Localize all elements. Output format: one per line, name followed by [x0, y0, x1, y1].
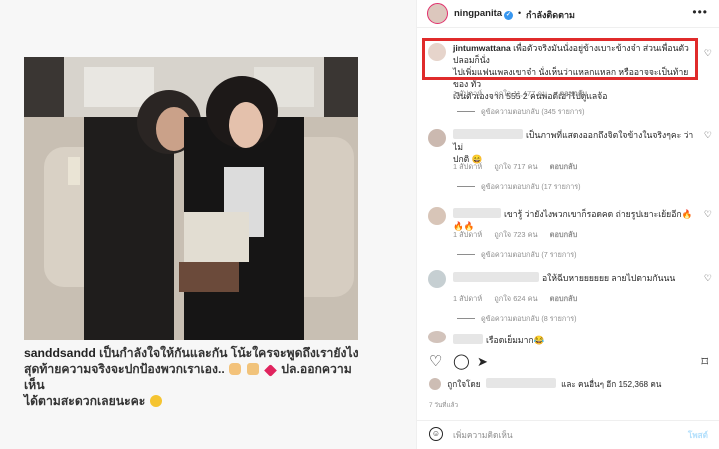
- following-button[interactable]: กำลังติดตาม: [526, 8, 575, 22]
- more-horizontal-icon[interactable]: •••: [692, 5, 708, 19]
- comment-text: อให้ฉีบหายยยยยย ลายไปตามกันนน: [453, 272, 698, 284]
- hidden-username: [453, 208, 501, 218]
- view-replies-label[interactable]: ดูข้อความตอบกลับ (345 รายการ): [481, 107, 585, 116]
- comment-body-1: เรือดเย็มมาก😂: [486, 335, 545, 345]
- comment-meta: 1 สัปดาห์ ถูกใจ 717 คน ตอบกลับ: [453, 161, 587, 173]
- comment-avatar[interactable]: [428, 331, 446, 343]
- comment-text: เรือดเย็มมาก😂: [453, 334, 698, 346]
- comment-reply-button[interactable]: ตอบกลับ: [550, 230, 578, 239]
- highlight-box: [422, 38, 698, 80]
- comment-body-1: อให้ฉีบหายยยยยย ลายไปตามกันนน: [542, 273, 676, 283]
- replies-line: [457, 186, 475, 187]
- likes-suffix[interactable]: และ คนอื่นๆ อีก 152,368 คน: [561, 380, 661, 389]
- victory-hand-emoji: [246, 363, 259, 375]
- hidden-liker-name: [485, 378, 556, 388]
- comment-reply-button[interactable]: ตอบกลับ: [559, 89, 587, 98]
- likes-prefix: ถูกใจโดย: [447, 380, 481, 389]
- view-replies[interactable]: ดูข้อความตอบกลับ (7 รายการ): [457, 250, 577, 261]
- comment-time: 1 สัปดาห์: [453, 294, 483, 303]
- view-replies[interactable]: ดูข้อความตอบกลับ (17 รายการ): [457, 182, 581, 193]
- post-comment-button[interactable]: โพสต์: [688, 429, 708, 442]
- comment-reply-button[interactable]: ตอบกลับ: [550, 294, 578, 303]
- header-username[interactable]: ningpanita ✓: [454, 8, 514, 20]
- view-replies[interactable]: ดูข้อความตอบกลับ (8 รายการ): [457, 314, 577, 325]
- flexed-arm-emoji: [229, 363, 242, 375]
- comment-like-heart-icon[interactable]: ♡: [704, 48, 712, 59]
- hidden-username: [453, 334, 483, 344]
- hidden-username: [453, 272, 539, 282]
- comment-meta: 1 สัปดาห์ ถูกใจ 723 คน ตอบกลับ: [453, 229, 587, 241]
- bookmark-icon[interactable]: ⌑: [701, 352, 708, 372]
- emoji-picker-icon[interactable]: ☺: [429, 427, 443, 441]
- liker-avatar: [429, 378, 441, 390]
- replies-line: [457, 254, 475, 255]
- likes-summary[interactable]: ถูกใจโดย และ คนอื่นๆ อีก 152,368 คน: [429, 378, 661, 391]
- comment-like-heart-icon[interactable]: ♡: [704, 273, 712, 284]
- caption-username[interactable]: sanddsandd: [24, 346, 96, 360]
- comment-avatar[interactable]: [428, 207, 446, 225]
- heart-icon[interactable]: ♡: [429, 352, 442, 372]
- comment-time: 1 สัปดาห์: [453, 89, 483, 98]
- comment-input[interactable]: [453, 427, 668, 443]
- hidden-username: [453, 129, 523, 139]
- post-header: ningpanita ✓ • กำลังติดตาม •••: [417, 0, 719, 28]
- replies-line: [457, 318, 475, 319]
- comment-like-count[interactable]: ถูกใจ 624 คน: [494, 294, 537, 303]
- comment-time: 1 สัปดาห์: [453, 162, 483, 171]
- comment-icon[interactable]: ◯: [453, 352, 470, 372]
- comment-like-count[interactable]: ถูกใจ 717 คน: [494, 162, 537, 171]
- comment-like-heart-icon[interactable]: ♡: [704, 130, 712, 141]
- comment-like-count[interactable]: ถูกใจ 11,477 คน: [494, 89, 547, 98]
- view-replies-label[interactable]: ดูข้อความตอบกลับ (17 รายการ): [481, 182, 581, 191]
- verified-badge-icon: ✓: [504, 11, 514, 20]
- replies-line: [457, 111, 475, 112]
- view-replies[interactable]: ดูข้อความตอบกลับ (345 รายการ): [457, 107, 585, 118]
- comment-like-count[interactable]: ถูกใจ 723 คน: [494, 230, 537, 239]
- comment-meta: 1 สัปดาห์ ถูกใจ 624 คน ตอบกลับ: [453, 293, 587, 305]
- view-replies-label[interactable]: ดูข้อความตอบกลับ (7 รายการ): [481, 250, 577, 259]
- comment-avatar[interactable]: [428, 270, 446, 288]
- caption-text-2: สุดท้ายความจริงจะปกป้องพวกเราเอง..: [24, 362, 225, 376]
- comment-avatar[interactable]: [428, 129, 446, 147]
- header-username-text[interactable]: ningpanita: [454, 8, 502, 19]
- post-photo: [24, 57, 358, 340]
- action-bar: ♡ ◯ ➤ ⌑: [417, 352, 719, 376]
- add-comment-bar: ☺ โพสต์: [417, 420, 719, 449]
- post-panel: sanddsandd เป็นกำลังใจให้กันและกัน โน้ะใ…: [0, 0, 416, 449]
- comment-text: เป็นภาพที่แสดงออกถึงจิตใจข้างในจริงๆคะ ว…: [453, 129, 698, 165]
- caption-text-1: เป็นกำลังใจให้กันและกัน โน้ะใครจะพูดถึงเ…: [99, 346, 359, 360]
- post-caption: sanddsandd เป็นกำลังใจให้กันและกัน โน้ะใ…: [24, 345, 364, 409]
- send-icon[interactable]: ➤: [477, 352, 488, 372]
- post-time-ago: 7 วันที่แล้ว: [429, 402, 459, 409]
- view-replies-label[interactable]: ดูข้อความตอบกลับ (8 รายการ): [481, 314, 577, 323]
- caption-text-4: ได้ตามสะดวกเลยนะคะ: [24, 394, 146, 408]
- comment-reply-button[interactable]: ตอบกลับ: [550, 162, 578, 171]
- smile-emoji: [149, 395, 162, 407]
- comment-meta: 1 สัปดาห์ ถูกใจ 11,477 คน ตอบกลับ: [453, 88, 597, 100]
- header-separator: •: [518, 8, 522, 18]
- comment-like-heart-icon[interactable]: ♡: [704, 209, 712, 220]
- photo-illustration: [24, 57, 358, 340]
- header-avatar[interactable]: [427, 3, 448, 24]
- comment-time: 1 สัปดาห์: [453, 230, 483, 239]
- red-heart-emoji: [264, 364, 277, 377]
